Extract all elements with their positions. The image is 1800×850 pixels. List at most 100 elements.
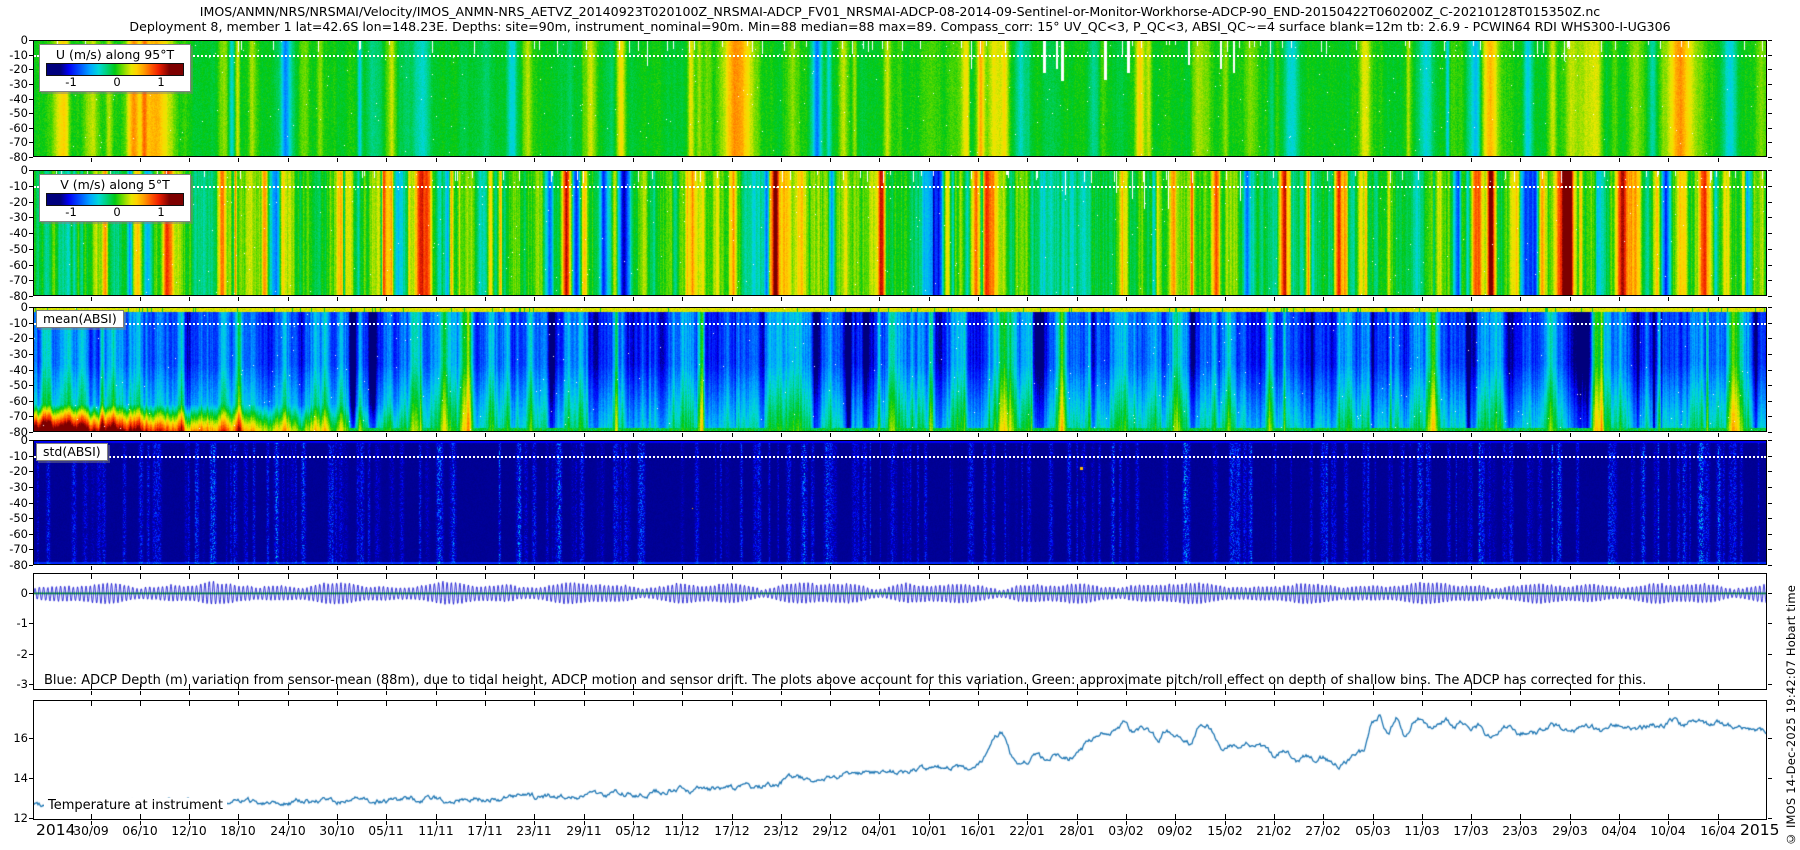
x-tick-mark	[1668, 691, 1669, 695]
y-tick-mark	[29, 280, 33, 281]
y-tick-label: -40	[0, 227, 28, 240]
x-tick-mark	[879, 566, 880, 570]
y-tick-label: -30	[0, 348, 28, 361]
x-tick-mark	[1668, 684, 1669, 689]
x-tick-mark	[386, 158, 387, 162]
x-tick-mark	[1126, 574, 1127, 579]
x-tick-mark	[436, 574, 437, 579]
y-tick-mark	[1768, 778, 1772, 779]
x-tick-mark	[1077, 814, 1078, 819]
x-tick-mark	[830, 297, 831, 301]
x-tick-mark	[1718, 574, 1719, 579]
x-tick-mark	[1570, 701, 1571, 706]
x-tick-mark	[1027, 691, 1028, 695]
x-tick-label: 24/10	[265, 824, 311, 838]
y-tick-mark	[29, 370, 33, 371]
y-tick-label: 0	[0, 301, 28, 314]
x-tick-mark	[584, 574, 585, 579]
x-tick-mark	[1570, 158, 1571, 162]
x-tick-mark	[1471, 433, 1472, 437]
x-tick-mark	[732, 814, 733, 819]
y-tick-mark	[1768, 202, 1772, 203]
x-tick-mark	[929, 566, 930, 570]
x-tick-mark	[337, 433, 338, 437]
x-tick-mark	[781, 574, 782, 579]
x-tick-mark	[386, 574, 387, 579]
x-tick-mark	[534, 297, 535, 301]
x-tick-mark	[732, 691, 733, 695]
x-tick-mark	[436, 701, 437, 706]
y-tick-mark	[1768, 738, 1772, 739]
x-tick-mark	[1126, 701, 1127, 706]
y-tick-mark	[29, 128, 33, 129]
x-tick-mark	[436, 814, 437, 819]
x-tick-mark	[929, 814, 930, 819]
x-tick-mark	[1274, 691, 1275, 695]
x-tick-mark	[1668, 574, 1669, 579]
x-tick-mark	[189, 701, 190, 706]
x-tick-mark	[140, 297, 141, 301]
x-tick-mark	[1422, 566, 1423, 570]
x-tick-mark	[337, 158, 338, 162]
y-tick-mark	[1768, 503, 1772, 504]
y-tick-mark	[29, 440, 33, 441]
y-tick-mark	[29, 534, 33, 535]
x-tick-mark	[91, 574, 92, 579]
surface-blank-line	[34, 55, 1766, 57]
y-tick-label: 0	[0, 34, 28, 47]
x-tick-mark	[1175, 691, 1176, 695]
x-tick-mark	[682, 691, 683, 695]
x-tick-mark	[91, 701, 92, 706]
x-tick-mark	[91, 297, 92, 301]
x-tick-mark	[1520, 701, 1521, 706]
x-tick-mark	[288, 691, 289, 695]
x-tick-mark	[288, 701, 289, 706]
x-tick-mark	[1718, 433, 1719, 437]
x-tick-mark	[830, 691, 831, 695]
x-tick-mark	[1175, 566, 1176, 570]
y-tick-label: -60	[0, 395, 28, 408]
x-tick-mark	[91, 158, 92, 162]
panel-depth-variation: Blue: ADCP Depth (m) variation from sens…	[33, 573, 1767, 690]
y-tick-mark	[29, 99, 33, 100]
x-tick-mark	[1422, 433, 1423, 437]
x-tick-mark	[682, 566, 683, 570]
x-tick-mark	[732, 574, 733, 579]
y-tick-mark	[1768, 416, 1772, 417]
y-tick-mark	[29, 738, 33, 739]
y-tick-mark	[1768, 549, 1772, 550]
x-tick-label: 15/02	[1202, 824, 1248, 838]
x-tick-mark	[189, 433, 190, 437]
y-tick-label: -10	[0, 49, 28, 62]
y-tick-mark	[1768, 385, 1772, 386]
x-tick-mark	[633, 433, 634, 437]
x-tick-mark	[1668, 158, 1669, 162]
y-tick-mark	[1768, 471, 1772, 472]
x-tick-mark	[1027, 433, 1028, 437]
y-tick-label: -70	[0, 274, 28, 287]
x-tick-mark	[1274, 701, 1275, 706]
x-tick-mark	[140, 566, 141, 570]
y-tick-mark	[29, 249, 33, 250]
x-tick-mark	[830, 701, 831, 706]
x-tick-mark	[1077, 691, 1078, 695]
y-tick-mark	[29, 113, 33, 114]
cbar-tick-label: 0	[113, 206, 120, 219]
x-tick-mark	[633, 297, 634, 301]
x-tick-mark	[1323, 433, 1324, 437]
y-tick-mark	[1768, 518, 1772, 519]
x-tick-mark	[1373, 433, 1374, 437]
x-tick-label: 11/11	[413, 824, 459, 838]
x-tick-mark	[1373, 701, 1374, 706]
y-tick-mark	[1768, 217, 1772, 218]
x-tick-mark	[1471, 691, 1472, 695]
temperature-line-plot	[34, 701, 1766, 819]
x-tick-mark	[337, 691, 338, 695]
x-tick-mark	[879, 701, 880, 706]
y-tick-mark	[29, 456, 33, 457]
x-tick-mark	[1570, 814, 1571, 819]
y-tick-mark	[29, 354, 33, 355]
x-tick-mark	[140, 574, 141, 579]
y-tick-label: -40	[0, 93, 28, 106]
x-tick-mark	[238, 566, 239, 570]
